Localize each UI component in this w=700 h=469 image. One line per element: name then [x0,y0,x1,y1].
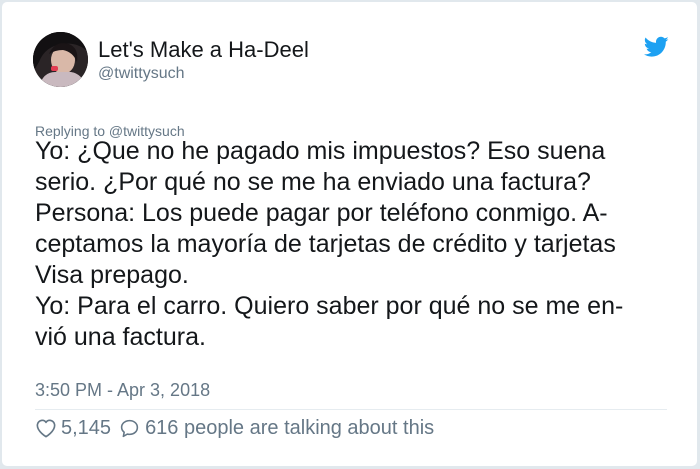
conversation-button[interactable]: 616 people are talking about this [119,417,434,440]
tweet-text-line: Persona: Los puede pagar por teléfono co… [35,199,608,227]
heart-icon [36,419,56,438]
tweet-text-line: Yo: ¿Que no he pagado mis impuestos? Eso… [35,137,606,165]
tweet-text-line: ceptamos la mayoría de tarjetas de crédi… [35,230,616,258]
author-handle[interactable]: @twittysuch [98,64,184,84]
tweet-card: Let's Make a Ha-Deel @twittysuch Replyin… [1,1,698,467]
tweet-text-line: Yo: Para el carro. Quiero saber por qué … [35,292,624,320]
divider [35,409,667,410]
twitter-bird-icon[interactable] [644,36,669,58]
speech-bubble-icon [120,419,139,437]
like-button[interactable]: 5,145 [35,417,111,440]
author-display-name[interactable]: Let's Make a Ha-Deel [98,37,309,63]
tweet-text-line: Visa prepago. [35,261,189,289]
conversation-count-label: 616 people are talking about this [145,416,435,439]
like-count: 5,145 [61,416,112,439]
tweet-actions: 5,145 616 people are talking about this [35,415,434,441]
tweet-text-line: vió una factura. [35,323,206,351]
tweet-timestamp[interactable]: 3:50 PM - Apr 3, 2018 [35,379,210,401]
avatar-image [33,32,88,87]
tweet-text-line: serio. ¿Por qué no se me ha enviado una … [35,168,591,196]
user-avatar[interactable] [33,32,88,87]
tweet-text: Yo: ¿Que no he pagado mis impuestos? Eso… [35,136,685,353]
